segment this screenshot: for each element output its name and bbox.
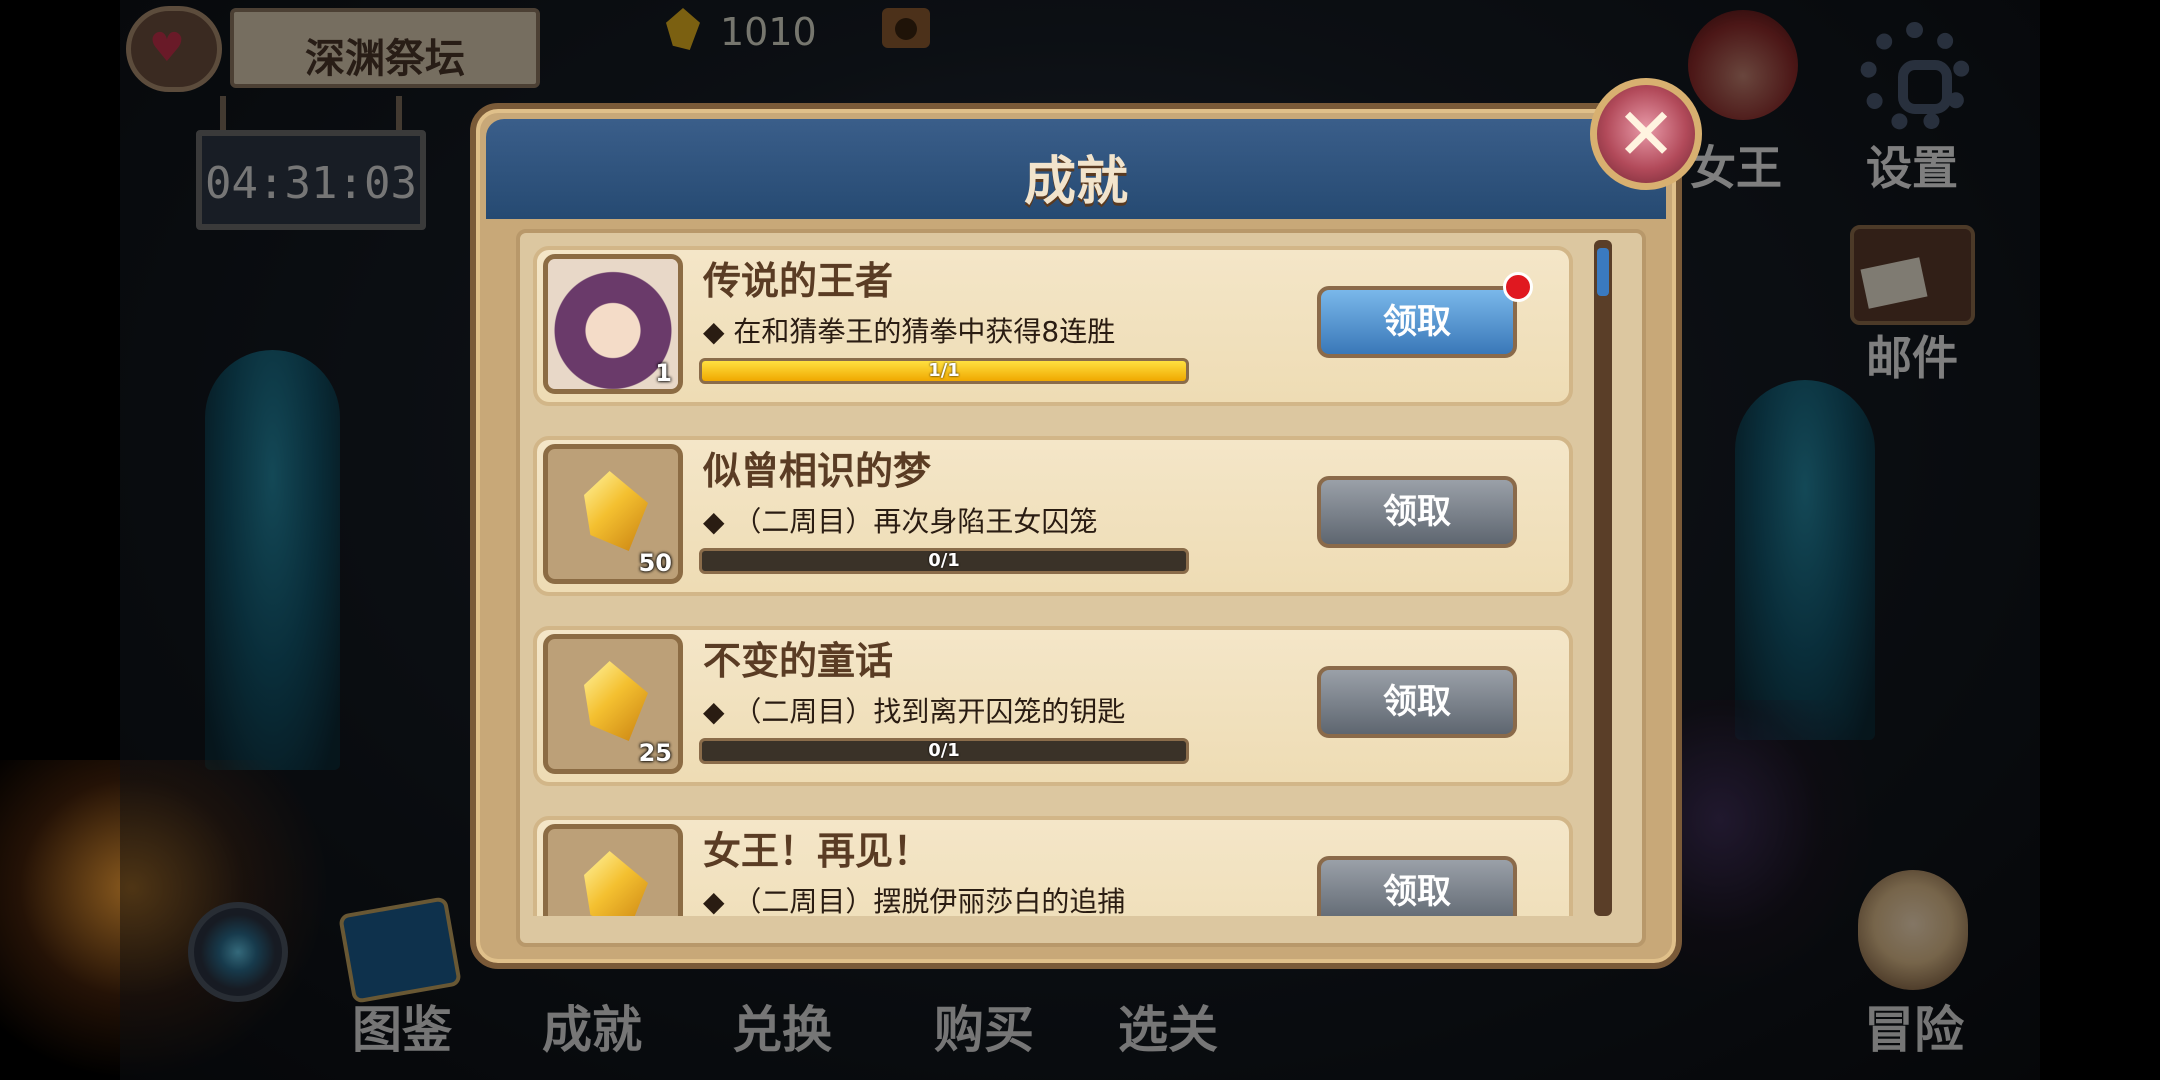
progress-text: 1/1 bbox=[928, 360, 960, 381]
claim-label: 领取 bbox=[1383, 682, 1451, 722]
reward-thumb: 1 bbox=[543, 254, 683, 394]
reward-thumb: 50 bbox=[543, 444, 683, 584]
reward-qty: 25 bbox=[638, 739, 672, 767]
achievement-desc: ◆ 在和猜拳王的猜拳中获得8连胜 bbox=[703, 315, 1116, 348]
reward-qty: 50 bbox=[638, 549, 672, 577]
claim-button[interactable]: 领取 bbox=[1317, 476, 1517, 548]
achievement-row: 50 似曾相识的梦 ◆ （二周目）再次身陷王女囚笼 0/1 领取 bbox=[533, 436, 1573, 606]
achievement-title: 女王！再见！ bbox=[703, 829, 932, 873]
gem-icon bbox=[584, 471, 648, 551]
reward-thumb bbox=[543, 824, 683, 916]
claim-button[interactable]: 领取 bbox=[1317, 286, 1517, 358]
claim-button[interactable]: 领取 bbox=[1317, 856, 1517, 916]
achievement-desc: ◆ （二周目）再次身陷王女囚笼 bbox=[703, 505, 1098, 538]
close-button[interactable]: ✕ bbox=[1590, 78, 1702, 190]
claim-label: 领取 bbox=[1383, 492, 1451, 532]
notification-dot bbox=[1503, 272, 1533, 302]
achievement-desc: ◆ （二周目）找到离开囚笼的钥匙 bbox=[703, 695, 1126, 728]
progress-text: 0/1 bbox=[928, 740, 960, 761]
achievement-list[interactable]: 1 传说的王者 ◆ 在和猜拳王的猜拳中获得8连胜 1/1 领取 50 似曾相识的… bbox=[533, 240, 1573, 916]
progress-text: 0/1 bbox=[928, 550, 960, 571]
achievement-row: 25 不变的童话 ◆ （二周目）找到离开囚笼的钥匙 0/1 领取 bbox=[533, 626, 1573, 796]
claim-label: 领取 bbox=[1383, 302, 1451, 342]
progress-bar: 1/1 bbox=[699, 358, 1189, 384]
gem-icon bbox=[584, 851, 648, 916]
close-icon: ✕ bbox=[1615, 92, 1677, 176]
list-scrollbar[interactable] bbox=[1594, 240, 1612, 916]
dialog-title: 成就 bbox=[1023, 152, 1128, 212]
achievement-row: 女王！再见！ ◆ （二周目）摆脱伊丽莎白的追捕 领取 bbox=[533, 816, 1573, 916]
progress-bar: 0/1 bbox=[699, 738, 1189, 764]
reward-thumb: 25 bbox=[543, 634, 683, 774]
achievement-title: 似曾相识的梦 bbox=[703, 449, 932, 493]
progress-bar: 0/1 bbox=[699, 548, 1189, 574]
scrollbar-thumb[interactable] bbox=[1597, 248, 1609, 296]
dialog-header: 成就 bbox=[486, 119, 1666, 219]
gem-icon bbox=[584, 661, 648, 741]
reward-qty: 1 bbox=[655, 359, 672, 387]
achievement-row: 1 传说的王者 ◆ 在和猜拳王的猜拳中获得8连胜 1/1 领取 bbox=[533, 246, 1573, 416]
right-letterbox bbox=[2040, 0, 2160, 1080]
achievement-title: 传说的王者 bbox=[703, 259, 894, 303]
achievement-desc: ◆ （二周目）摆脱伊丽莎白的追捕 bbox=[703, 885, 1126, 916]
claim-button[interactable]: 领取 bbox=[1317, 666, 1517, 738]
achievement-title: 不变的童话 bbox=[703, 639, 894, 683]
claim-label: 领取 bbox=[1383, 872, 1451, 912]
